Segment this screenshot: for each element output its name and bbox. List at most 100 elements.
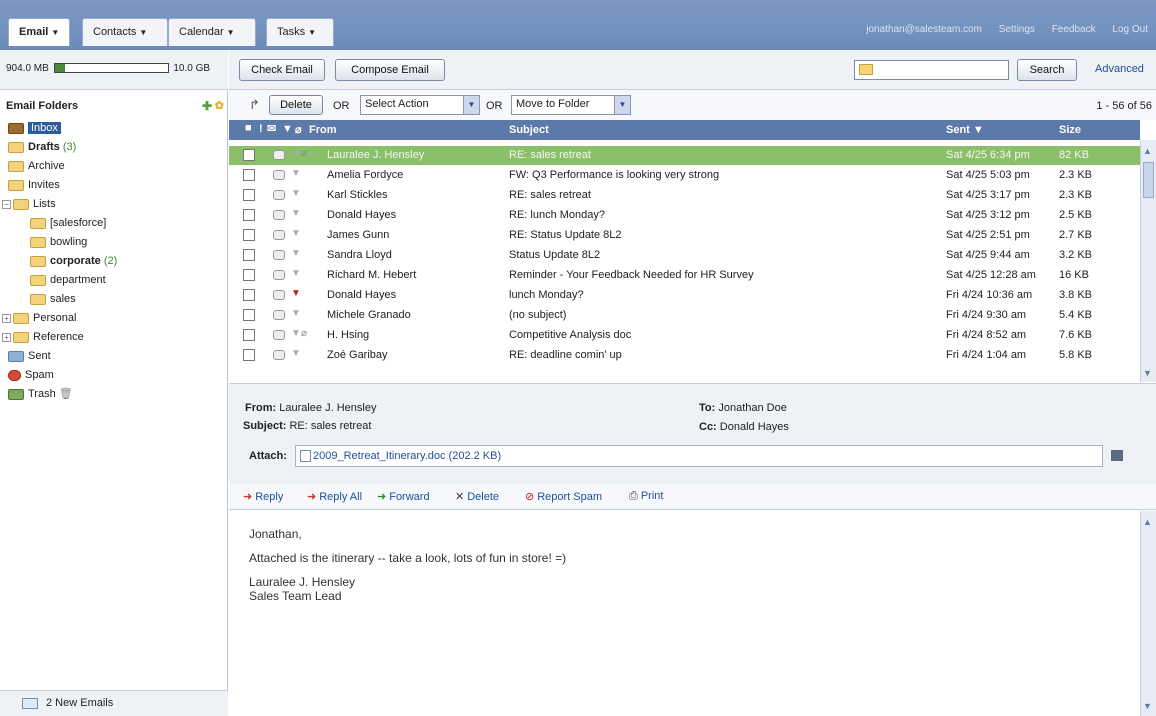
row-checkbox[interactable]: [243, 269, 255, 281]
column-subject[interactable]: Subject: [509, 124, 549, 136]
flag-icon[interactable]: ▼: [291, 268, 301, 279]
row-checkbox[interactable]: [243, 309, 255, 321]
column-size[interactable]: Size: [1059, 124, 1081, 136]
folder-bowling[interactable]: bowling: [30, 234, 87, 250]
scroll-down-icon[interactable]: ▼: [1143, 368, 1152, 378]
row-checkbox[interactable]: [243, 209, 255, 221]
compose-email-button[interactable]: Compose Email: [335, 59, 445, 81]
to-value[interactable]: Jonathan Doe: [718, 402, 787, 414]
row-checkbox[interactable]: [243, 229, 255, 241]
search-scope-icon[interactable]: [859, 64, 873, 75]
message-body[interactable]: Jonathan, Attached is the itinerary -- t…: [229, 511, 1140, 716]
row-checkbox[interactable]: [243, 249, 255, 261]
search-button[interactable]: Search: [1017, 59, 1077, 81]
table-row[interactable]: ▼ Karl Stickles RE: sales retreat Sat 4/25 …: [229, 186, 1140, 205]
flag-icon[interactable]: ▼: [291, 288, 301, 299]
attachment-column-icon[interactable]: ⌀: [295, 123, 302, 136]
add-folder-icon[interactable]: ✚: [202, 99, 212, 113]
table-row[interactable]: ▼ Richard M. Hebert Reminder - Your Feedba…: [229, 266, 1140, 285]
flag-icon[interactable]: ▼: [291, 148, 301, 159]
folder-salesforce[interactable]: [salesforce]: [30, 215, 106, 231]
flag-icon[interactable]: ▼: [291, 248, 301, 259]
attachment-link[interactable]: 2009_Retreat_Itinerary.doc (202.2 KB): [313, 450, 501, 462]
delete-button[interactable]: Delete: [269, 95, 323, 115]
row-checkbox[interactable]: [243, 169, 255, 181]
search-input[interactable]: [854, 60, 1009, 80]
empty-trash-icon[interactable]: 🗑: [59, 388, 73, 400]
scroll-down-icon[interactable]: ▼: [1143, 701, 1152, 711]
new-emails-status[interactable]: 2 New Emails: [0, 690, 228, 716]
collapse-icon[interactable]: −: [2, 199, 11, 209]
table-row[interactable]: ▼ ⌀ H. Hsing Competitive Analysis doc Fri 4/…: [229, 326, 1140, 345]
folder-personal[interactable]: + Personal: [2, 310, 76, 326]
priority-column-icon[interactable]: !: [259, 123, 263, 135]
flag-icon[interactable]: ▼: [291, 168, 301, 179]
tab-contacts[interactable]: Contacts ▼: [82, 18, 168, 46]
expand-icon[interactable]: +: [2, 313, 11, 323]
row-checkbox[interactable]: [243, 289, 255, 301]
table-row[interactable]: ▼ James Gunn RE: Status Update 8L2 Sat 4/25…: [229, 226, 1140, 245]
folder-corporate[interactable]: corporate (2): [30, 253, 117, 269]
advanced-search-link[interactable]: Advanced: [1095, 63, 1144, 75]
delete-action[interactable]: ✕ Delete: [455, 490, 499, 503]
tab-calendar[interactable]: Calendar ▼: [168, 18, 256, 46]
reply-all-action[interactable]: ➜ Reply All: [307, 490, 362, 503]
row-checkbox[interactable]: [243, 329, 255, 341]
folder-sent[interactable]: Sent: [8, 348, 51, 364]
flag-icon[interactable]: ▼: [291, 328, 301, 339]
table-row[interactable]: ▼ Amelia Fordyce FW: Q3 Performance is loo…: [229, 166, 1140, 185]
folder-archive[interactable]: Archive: [8, 158, 65, 174]
folder-invites[interactable]: Invites: [8, 177, 60, 193]
table-row[interactable]: ▼ ⌀ Lauralee J. Hensley RE: sales retreat Sa…: [229, 146, 1140, 165]
flag-icon[interactable]: ▼: [291, 308, 301, 319]
scroll-up-icon[interactable]: ▲: [1143, 517, 1152, 527]
folder-inbox[interactable]: Inbox: [8, 120, 61, 136]
settings-link[interactable]: Settings: [999, 24, 1035, 35]
feedback-link[interactable]: Feedback: [1052, 24, 1096, 35]
user-email-link[interactable]: jonathan@salesteam.com: [866, 24, 982, 35]
reply-arrow-icon[interactable]: ↱: [249, 97, 260, 113]
folder-reference[interactable]: + Reference: [2, 329, 84, 345]
select-action-dropdown[interactable]: Select Action ▼: [360, 95, 480, 115]
flag-column-icon[interactable]: ▼: [282, 123, 293, 135]
from-value[interactable]: Lauralee J. Hensley: [279, 402, 376, 414]
folder-sales[interactable]: sales: [30, 291, 76, 307]
reply-action[interactable]: ➜ Reply: [243, 490, 283, 503]
scrollbar-thumb[interactable]: [1143, 162, 1154, 198]
table-row[interactable]: ▼ Donald Hayes lunch Monday? Fri 4/24 10:36…: [229, 286, 1140, 305]
column-sent[interactable]: Sent ▼: [946, 124, 984, 136]
table-row[interactable]: ▼ Zoé Garibay RE: deadline comin' up Fri 4/…: [229, 346, 1140, 365]
column-from[interactable]: From: [309, 124, 337, 136]
forward-action[interactable]: ➜ Forward: [377, 490, 430, 503]
message-list-scrollbar[interactable]: ▲ ▼: [1140, 140, 1156, 382]
check-email-button[interactable]: Check Email: [239, 59, 325, 81]
folder-trash[interactable]: Trash 🗑: [8, 386, 73, 402]
logout-link[interactable]: Log Out: [1112, 24, 1148, 35]
status-column-icon[interactable]: ✉: [267, 122, 276, 135]
print-action[interactable]: ⎙ Print: [629, 490, 663, 503]
cc-value[interactable]: Donald Hayes: [720, 421, 789, 433]
move-to-folder-dropdown[interactable]: Move to Folder ▼: [511, 95, 631, 115]
row-checkbox[interactable]: [243, 349, 255, 361]
folder-lists[interactable]: − Lists: [2, 196, 56, 212]
flag-icon[interactable]: ▼: [291, 208, 301, 219]
flag-icon[interactable]: ▼: [291, 348, 301, 359]
table-row[interactable]: ▼ Donald Hayes RE: lunch Monday? Sat 4/25 3…: [229, 206, 1140, 225]
table-row[interactable]: ▼ Michele Granado (no subject) Fri 4/24 9:3…: [229, 306, 1140, 325]
report-spam-action[interactable]: ⊘ Report Spam: [525, 490, 602, 503]
tab-email[interactable]: Email ▼: [8, 18, 70, 46]
scroll-up-icon[interactable]: ▲: [1143, 146, 1152, 156]
tab-tasks[interactable]: Tasks ▼: [266, 18, 334, 46]
message-body-scrollbar[interactable]: ▲ ▼: [1140, 511, 1156, 716]
select-all-checkbox[interactable]: ■: [245, 122, 252, 134]
folder-drafts[interactable]: Drafts (3): [8, 139, 76, 155]
folder-options-icon[interactable]: ✿: [215, 99, 224, 112]
expand-icon[interactable]: +: [2, 332, 11, 342]
row-checkbox[interactable]: [243, 189, 255, 201]
row-checkbox[interactable]: [243, 149, 255, 161]
folder-department[interactable]: department: [30, 272, 106, 288]
flag-icon[interactable]: ▼: [291, 188, 301, 199]
table-row[interactable]: ▼ Sandra Lloyd Status Update 8L2 Sat 4/25 9…: [229, 246, 1140, 265]
save-attachment-icon[interactable]: [1111, 450, 1123, 461]
flag-icon[interactable]: ▼: [291, 228, 301, 239]
